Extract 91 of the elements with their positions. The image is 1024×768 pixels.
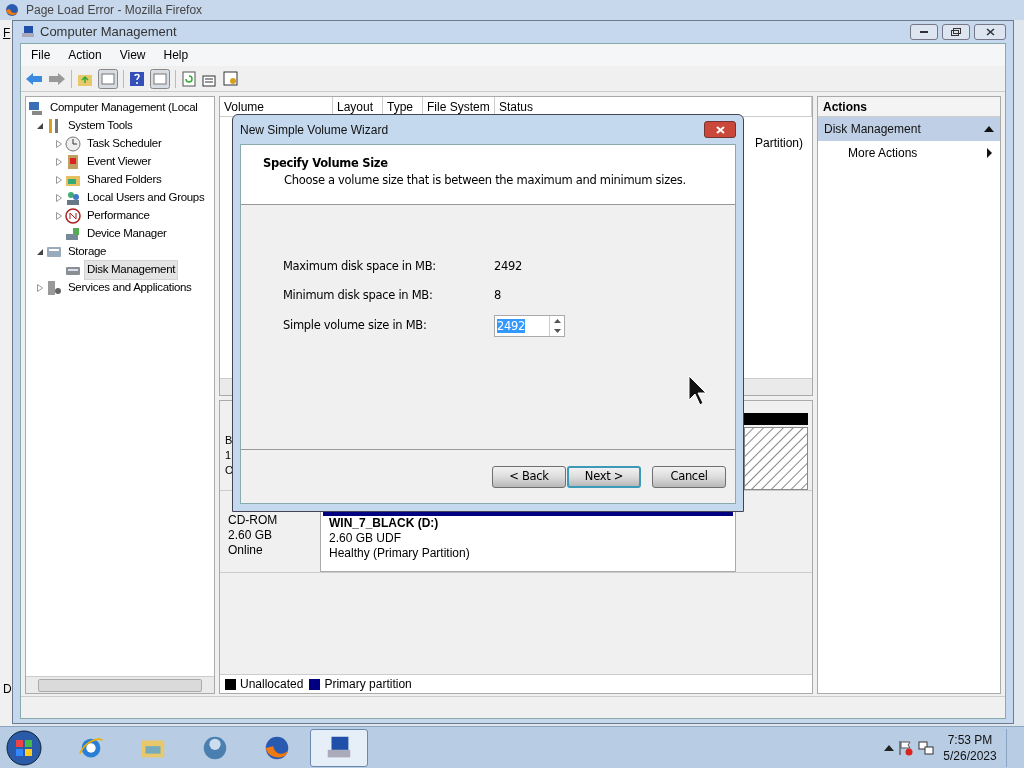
- field-value: 2492: [494, 258, 523, 276]
- minimize-icon: [920, 30, 928, 34]
- maximize-button[interactable]: [942, 24, 970, 40]
- field-value: 8: [494, 287, 502, 305]
- close-button[interactable]: [704, 121, 736, 138]
- tree-item-icon: [46, 280, 62, 296]
- tree-item-icon: [28, 100, 44, 116]
- status-fragment: D: [2, 681, 12, 698]
- disk-info-text: Online: [228, 543, 264, 558]
- expand-arrow-icon: [55, 194, 63, 202]
- wizard-button[interactable]: < Back: [492, 465, 566, 488]
- section-title: Disk Management: [824, 121, 922, 138]
- expand-arrow-icon: [55, 140, 63, 148]
- restore-icon: [951, 28, 961, 36]
- unallocated-bar: [744, 413, 808, 425]
- tree-item[interactable]: Storage: [65, 242, 110, 262]
- computer-icon: [20, 24, 36, 40]
- tree-item-icon: [65, 226, 81, 242]
- menu-item[interactable]: Help: [155, 46, 197, 64]
- expand-arrow-icon: [55, 176, 63, 184]
- disk-info-text: 2.60 GB: [228, 528, 274, 543]
- actions-section-header[interactable]: Disk Management: [818, 117, 1000, 141]
- size-value: 2492: [497, 319, 526, 333]
- tree-item[interactable]: Computer Management (Local: [47, 98, 201, 118]
- tree-item[interactable]: Task Scheduler: [84, 134, 165, 154]
- forward-arrow-icon: [48, 71, 66, 86]
- legend-label: Primary partition: [324, 676, 412, 693]
- background-window-title: Page Load Error - Mozilla Firefox: [26, 2, 203, 19]
- menu-item[interactable]: View: [111, 46, 154, 64]
- volume-info-text: 2.60 GB UDF: [329, 531, 403, 546]
- taskbar-app[interactable]: [310, 728, 368, 767]
- dialog-title: New Simple Volume Wizard: [240, 121, 390, 139]
- collapse-arrow-icon: [36, 248, 44, 256]
- wizard-heading: Specify Volume Size: [263, 155, 389, 172]
- window-title: Computer Management: [40, 23, 177, 42]
- volume-info-text: Healthy (Primary Partition): [329, 546, 471, 561]
- wizard-button[interactable]: Next >: [567, 465, 641, 488]
- disk-info-text: B: [225, 433, 233, 448]
- legend-label: Unallocated: [240, 676, 304, 693]
- tree-item[interactable]: Performance: [84, 206, 153, 226]
- show-hidden-icons-icon: [884, 744, 894, 751]
- unallocated-region: [744, 427, 808, 490]
- tree-item[interactable]: Local Users and Groups: [84, 188, 208, 208]
- back-arrow-icon: [25, 71, 43, 86]
- disk-info-text: 1: [225, 448, 232, 463]
- volume-name: WIN_7_BLACK (D:): [329, 516, 440, 531]
- fox-icon: [4, 2, 20, 18]
- menu-item[interactable]: Action: [60, 46, 110, 64]
- tree-item[interactable]: Shared Folders: [84, 170, 165, 190]
- menu-fragment: F: [2, 25, 12, 42]
- network-icon: [918, 739, 934, 756]
- field-label: Minimum disk space in MB:: [283, 287, 434, 305]
- refresh-icon: [181, 70, 197, 87]
- close-icon: [985, 28, 995, 36]
- wizard-button[interactable]: Cancel: [652, 465, 726, 488]
- tree-item[interactable]: Disk Management: [84, 260, 179, 280]
- collapse-arrow-icon: [36, 122, 44, 130]
- action-item[interactable]: More Actions: [818, 141, 1000, 165]
- start-orb-icon: [4, 728, 44, 767]
- field-label: Simple volume size in MB:: [283, 317, 428, 334]
- mouse-pointer-icon: [688, 375, 708, 407]
- wizard-subtitle: Choose a volume size that is between the maximum and minimum sizes.: [283, 172, 687, 190]
- tree-item-icon: [65, 208, 81, 224]
- submenu-arrow-icon: [987, 148, 992, 158]
- close-button[interactable]: [974, 24, 1006, 40]
- tree-item-icon: [65, 136, 81, 152]
- table-cell-text: Partition): [755, 135, 804, 152]
- panel-toggle-icon: [98, 68, 118, 89]
- close-icon: [715, 125, 725, 134]
- horizontal-scrollbar[interactable]: [26, 676, 214, 693]
- tree-item[interactable]: Device Manager: [84, 224, 170, 244]
- tree-item-icon: [65, 154, 81, 170]
- minimize-button[interactable]: [910, 24, 938, 40]
- actions-title: Actions: [818, 97, 1000, 117]
- panel-toggle-icon: [150, 68, 170, 89]
- menu-item[interactable]: File: [23, 46, 59, 64]
- tree-item[interactable]: Services and Applications: [65, 278, 195, 298]
- tree-item[interactable]: System Tools: [65, 116, 136, 136]
- help-icon: [129, 70, 145, 87]
- tree-item-icon: [46, 244, 62, 260]
- expand-arrow-icon: [55, 158, 63, 166]
- field-label: Maximum disk space in MB:: [283, 258, 437, 276]
- tree-item-icon: [65, 190, 81, 206]
- disk-info-text: CD-ROM: [228, 513, 279, 528]
- clock-time: 7:53 PM: [947, 731, 993, 748]
- tree-item[interactable]: Event Viewer: [84, 152, 154, 172]
- collapse-arrow-icon: [984, 126, 994, 132]
- expand-arrow-icon: [55, 212, 63, 220]
- flag-icon: [898, 739, 914, 756]
- clock-date: 5/26/2023: [943, 747, 997, 764]
- expand-arrow-icon: [36, 284, 44, 292]
